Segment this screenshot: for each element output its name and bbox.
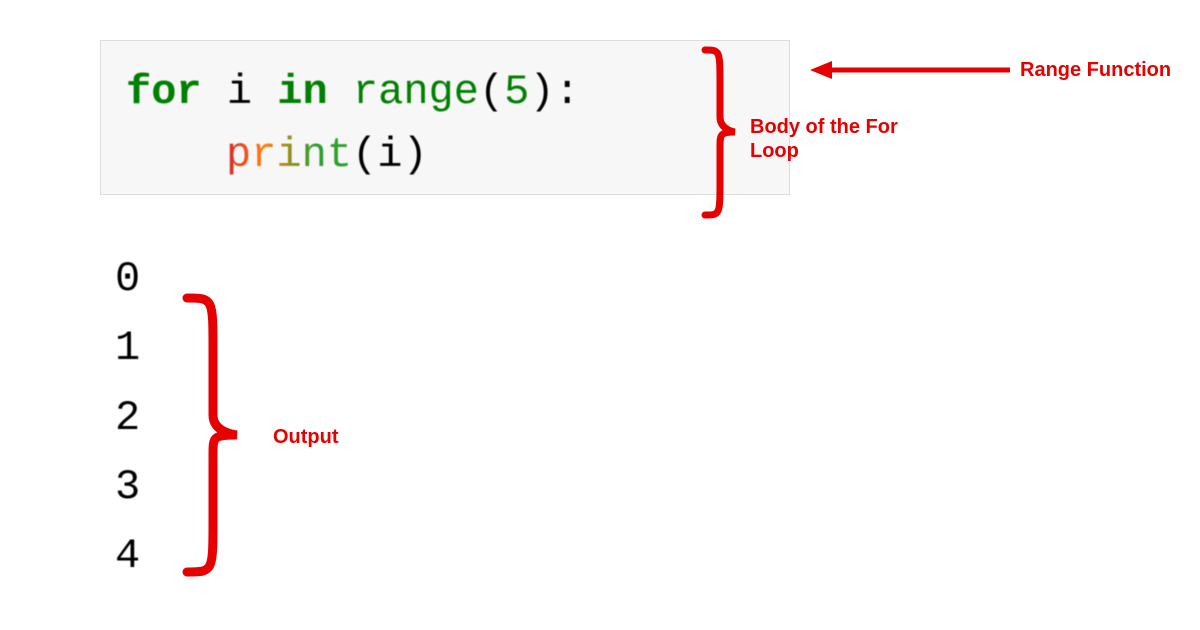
annotation-body-loop: Body of the For Loop (750, 115, 910, 163)
builtin-print: print (226, 131, 352, 179)
output-line: 3 (115, 453, 140, 522)
annotation-output: Output (273, 425, 339, 449)
builtin-range: range (353, 68, 479, 116)
variable-i: i (227, 68, 252, 116)
brace-body-loop-icon (695, 45, 745, 220)
keyword-in: in (277, 68, 327, 116)
range-arg: 5 (504, 68, 529, 116)
code-cell: for i in range(5): print(i) (100, 40, 790, 195)
keyword-for: for (126, 68, 202, 116)
print-arg: i (377, 131, 402, 179)
output-block: 0 1 2 3 4 (115, 245, 140, 591)
output-line: 1 (115, 314, 140, 383)
output-line: 2 (115, 384, 140, 453)
code-line-2: print(i) (126, 124, 764, 187)
brace-output-icon (175, 290, 255, 580)
output-line: 4 (115, 522, 140, 591)
annotation-range-function: Range Function (1020, 58, 1171, 82)
code-line-1: for i in range(5): (126, 61, 764, 124)
arrow-range-icon (810, 55, 1010, 85)
output-line: 0 (115, 245, 140, 314)
